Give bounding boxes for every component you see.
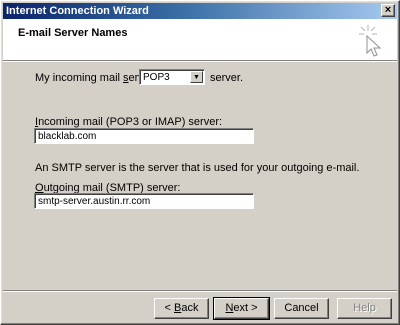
close-icon: × (384, 4, 392, 16)
close-button[interactable]: × (381, 4, 395, 17)
chevron-down-icon[interactable]: ▼ (190, 71, 203, 83)
help-button[interactable]: Help (337, 298, 392, 319)
cancel-button[interactable]: Cancel (274, 298, 329, 319)
incoming-type-suffix: server. (210, 72, 244, 84)
title-bar: Internet Connection Wizard × (3, 3, 397, 19)
outgoing-server-input[interactable]: smtp-server.austin.rr.com (34, 193, 254, 209)
server-type-dropdown[interactable]: POP3 ▼ (139, 69, 205, 85)
incoming-server-label: Incoming mail (POP3 or IMAP) server: (35, 116, 223, 128)
incoming-server-input[interactable]: blacklab.com (34, 128, 254, 144)
wizard-window: Internet Connection Wizard × E-mail Serv… (0, 0, 400, 325)
footer-separator (3, 290, 397, 292)
smtp-description: An SMTP server is the server that is use… (35, 162, 360, 174)
wizard-wand-icon (359, 25, 382, 57)
window-title: Internet Connection Wizard (6, 5, 149, 17)
back-button[interactable]: < Back (154, 298, 209, 319)
next-button[interactable]: Next > (213, 297, 270, 320)
page-title: E-mail Server Names (18, 27, 128, 39)
wizard-header: E-mail Server Names (3, 19, 397, 60)
server-type-value: POP3 (143, 72, 170, 83)
header-separator (3, 60, 397, 62)
